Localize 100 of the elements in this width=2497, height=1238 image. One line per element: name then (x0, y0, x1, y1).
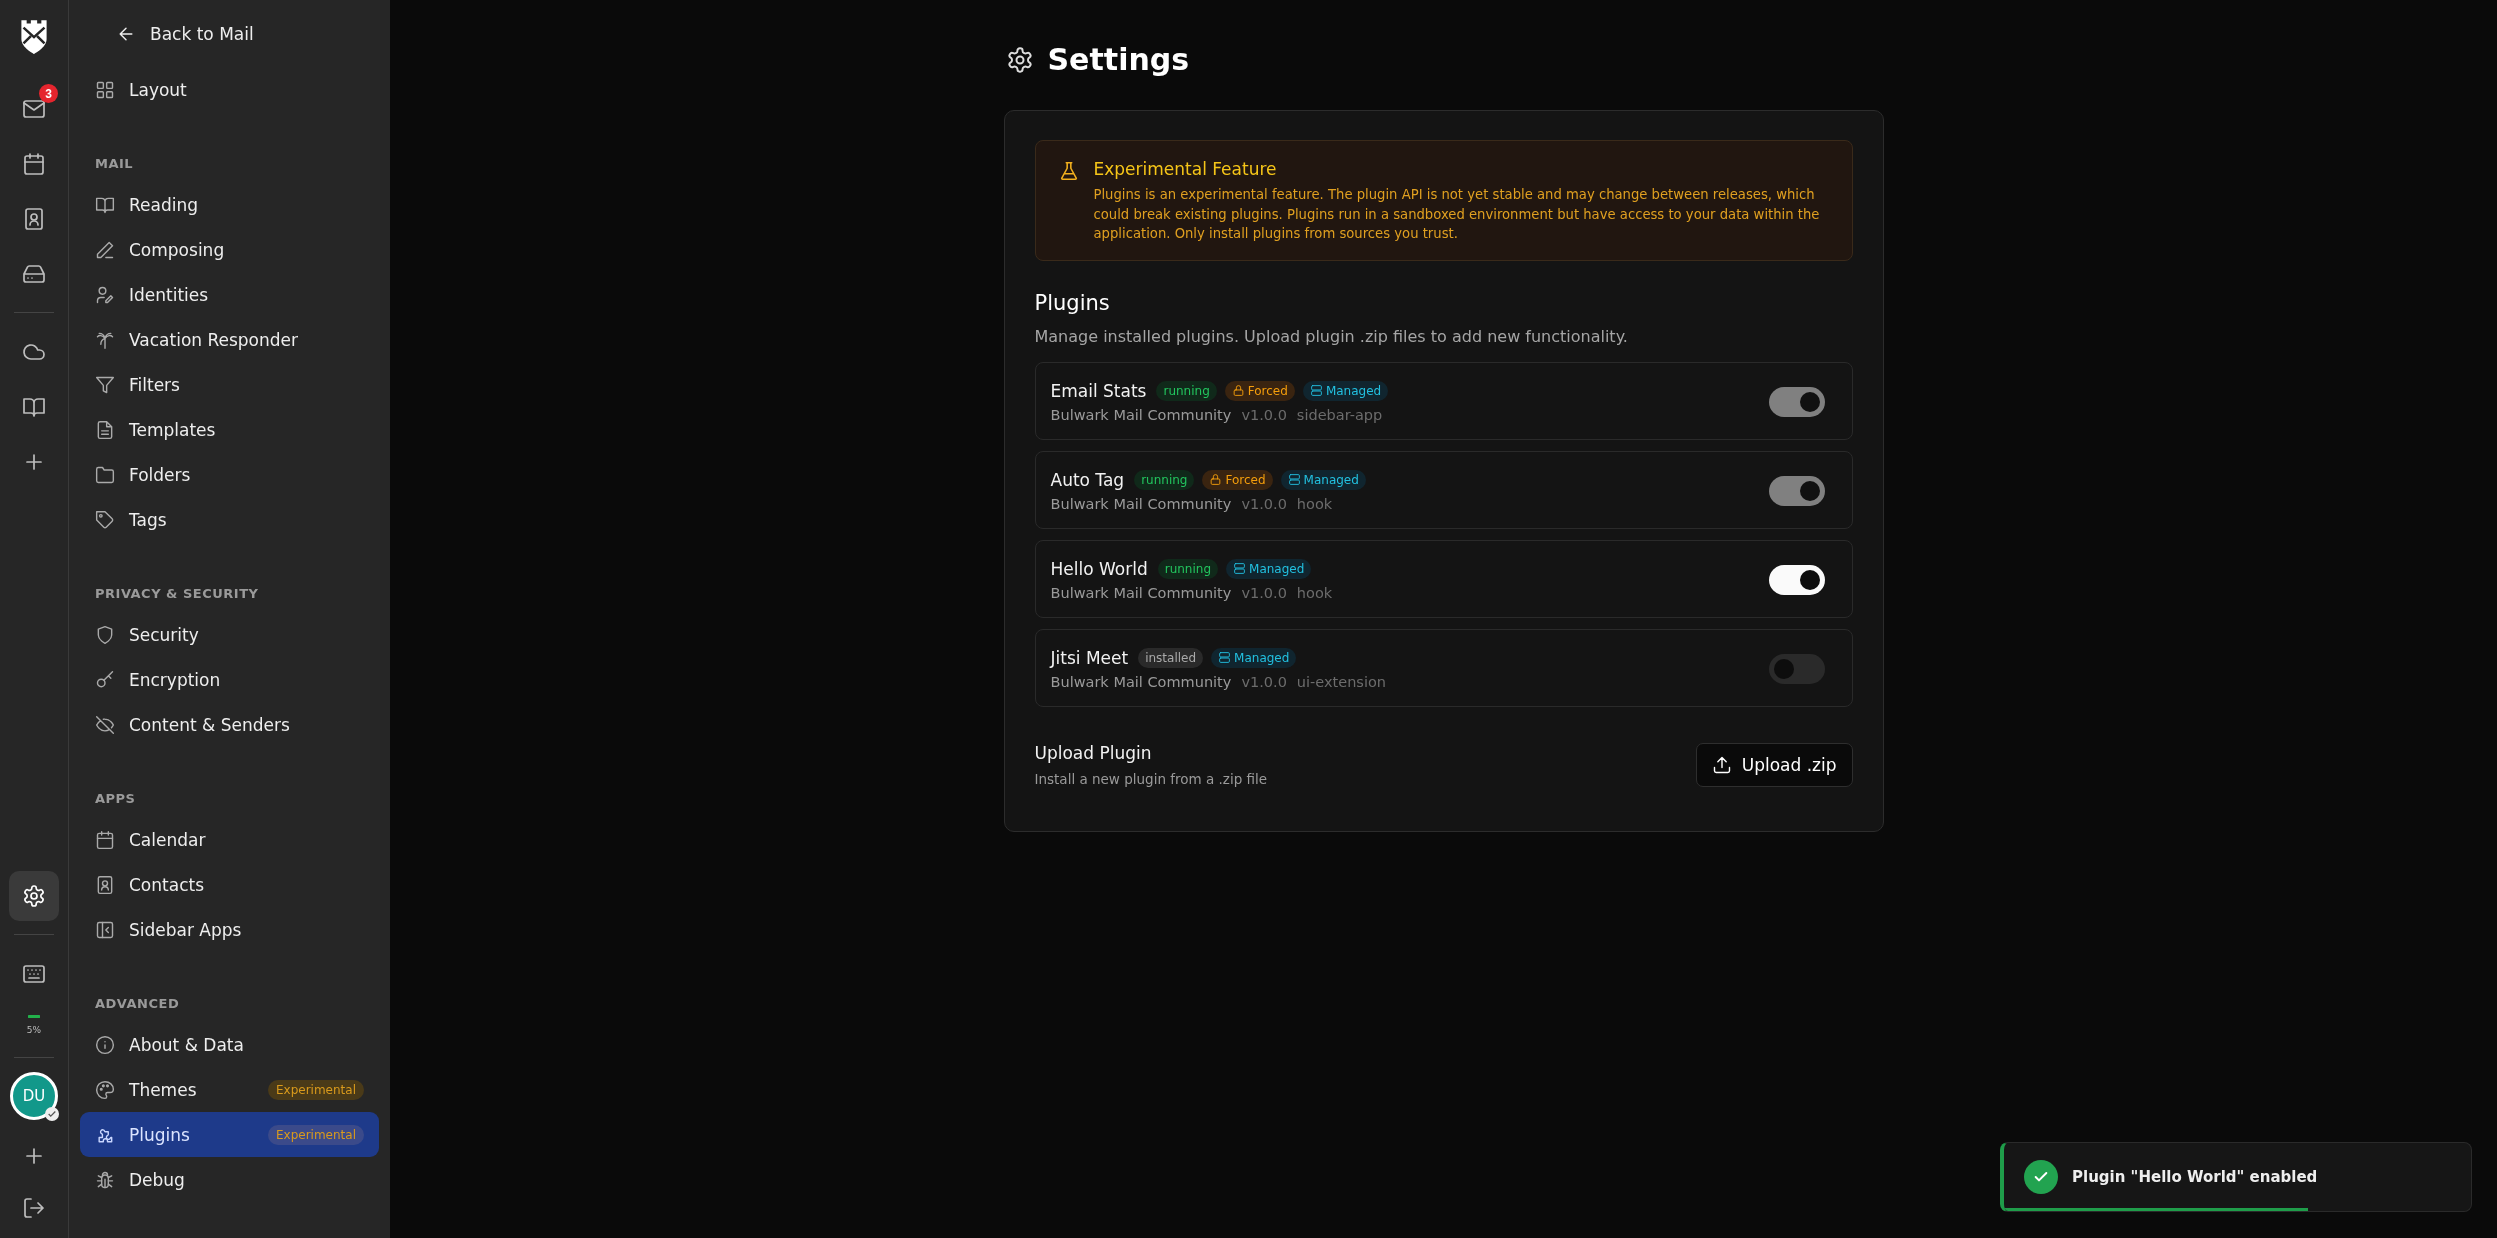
nav-item[interactable]: Reading (80, 182, 379, 227)
storage-indicator-icon (28, 1014, 40, 1019)
upload-icon (1711, 754, 1732, 775)
experimental-badge: Experimental (267, 1079, 364, 1100)
managed-badge: Managed (1211, 647, 1297, 668)
nav-item[interactable]: Tags (80, 497, 379, 542)
unread-count: 3 (39, 84, 58, 103)
check-icon (45, 1107, 59, 1121)
section-heading: ADVANCED (94, 994, 181, 1013)
nav-item[interactable]: Filters (80, 362, 379, 407)
page-title: Settings (1047, 42, 1190, 77)
info-icon (95, 1034, 115, 1055)
pencil-icon (95, 239, 115, 260)
plugin-version: v1.0.0 (1241, 495, 1287, 512)
calendar-icon (95, 829, 115, 850)
section-description: Manage installed plugins. Upload plugin .zip files to add new functionality. (1034, 326, 1629, 346)
nav-item[interactable]: Folders (80, 452, 379, 497)
nav-item[interactable]: Identities (80, 272, 379, 317)
server-icon (1309, 384, 1323, 397)
plugin-type: hook (1296, 495, 1333, 512)
contact-book-icon (95, 874, 115, 895)
storage-reading: 5% (26, 1025, 42, 1035)
lock-icon (1209, 473, 1223, 486)
nav-item[interactable]: About & Data (80, 1022, 379, 1067)
eye-off-icon (95, 714, 115, 735)
shield-icon (95, 624, 115, 645)
nav-item[interactable]: Layout (80, 67, 379, 112)
plugin-author: Bulwark Mail Community (1050, 673, 1232, 690)
plugin-name: Jitsi Meet (1050, 647, 1129, 668)
server-icon (1218, 651, 1232, 664)
calendar-icon (22, 152, 46, 176)
plugin-version: v1.0.0 (1241, 584, 1287, 601)
status-badge: installed (1138, 647, 1204, 668)
section-title: Plugins (1034, 290, 1111, 315)
folder-icon (95, 464, 115, 485)
settings-button[interactable] (9, 871, 59, 921)
server-icon (1287, 473, 1301, 486)
managed-badge: Managed (1280, 469, 1366, 490)
experimental-badge: Experimental (267, 1124, 364, 1145)
document-icon (95, 419, 115, 440)
upload-button[interactable]: Upload .zip (1695, 742, 1853, 787)
server-icon (1233, 562, 1247, 575)
person-icon (95, 284, 115, 305)
rail-button[interactable]: 3 (9, 84, 59, 134)
nav-item[interactable]: Security (80, 612, 379, 657)
plugin-author: Bulwark Mail Community (1050, 406, 1232, 423)
nav-item[interactable]: Debug (80, 1157, 379, 1202)
success-icon (2024, 1160, 2058, 1194)
nav-item[interactable]: Vacation Responder (80, 317, 379, 362)
plugin-name: Hello World (1050, 558, 1148, 579)
plugin-author: Bulwark Mail Community (1050, 495, 1232, 512)
mail-icon (22, 97, 46, 121)
plugin-type: hook (1296, 584, 1333, 601)
back-link[interactable]: Back to Mail (80, 21, 254, 47)
status-badge: running (1157, 558, 1219, 579)
section-heading: MAIL (94, 154, 135, 173)
plugin-author: Bulwark Mail Community (1050, 584, 1232, 601)
filter-icon (95, 374, 115, 395)
toggle-switch[interactable] (1768, 564, 1825, 595)
plugin-version: v1.0.0 (1241, 406, 1287, 423)
settings-icon (22, 884, 46, 908)
lock-icon (1231, 384, 1245, 397)
nav-item[interactable]: Themes Experimental (80, 1067, 379, 1112)
plugin-version: v1.0.0 (1241, 673, 1287, 690)
nav-item[interactable]: Composing (80, 227, 379, 272)
nav-item[interactable]: Calendar (80, 817, 379, 862)
plugin-type: ui-extension (1296, 673, 1386, 690)
avatar[interactable]: DU (10, 1072, 58, 1120)
tag-icon (95, 509, 115, 530)
nav-item[interactable]: Plugins Experimental (80, 1112, 379, 1157)
logout-icon (22, 1196, 46, 1220)
nav-item[interactable]: Content & Senders (80, 702, 379, 747)
key-icon (95, 669, 115, 690)
nav-item[interactable]: Contacts (80, 862, 379, 907)
bug-icon (95, 1169, 115, 1190)
plugin-name: Email Stats (1050, 380, 1147, 401)
nav-item[interactable]: Sidebar Apps (80, 907, 379, 952)
managed-badge: Managed (1226, 558, 1312, 579)
drive-icon (22, 262, 46, 286)
section-heading: PRIVACY & SECURITY (94, 584, 260, 603)
upload-title: Upload Plugin (1034, 742, 1153, 763)
grid-icon (95, 79, 115, 100)
nav-item[interactable]: Templates (80, 407, 379, 452)
contact-book-icon (22, 207, 46, 231)
toast-message: Plugin "Hello World" enabled (2072, 1168, 2318, 1186)
plugin-name: Auto Tag (1050, 469, 1125, 490)
upload-description: Install a new plugin from a .zip file (1034, 770, 1268, 787)
toggle-switch[interactable] (1768, 653, 1825, 684)
forced-badge: Forced (1202, 469, 1273, 490)
managed-badge: Managed (1302, 380, 1389, 401)
keyboard-icon (22, 962, 46, 986)
palette-icon (95, 1079, 115, 1100)
settings-icon (1005, 45, 1034, 74)
plugin-type: sidebar-app (1296, 406, 1383, 423)
sidebar-panel-icon (95, 919, 115, 940)
warning-text: Plugins is an experimental feature. The plugin API is not yet stable and may change between releases, which could break existing plugins. Plugins run in a sandboxed environment but have access to your data within the application. Only install plugins from sources you trust. (1093, 186, 1821, 243)
section-heading: APPS (94, 789, 137, 808)
warning-title: Experimental Feature (1093, 159, 1278, 179)
book-icon (22, 395, 46, 419)
nav-item[interactable]: Encryption (80, 657, 379, 702)
